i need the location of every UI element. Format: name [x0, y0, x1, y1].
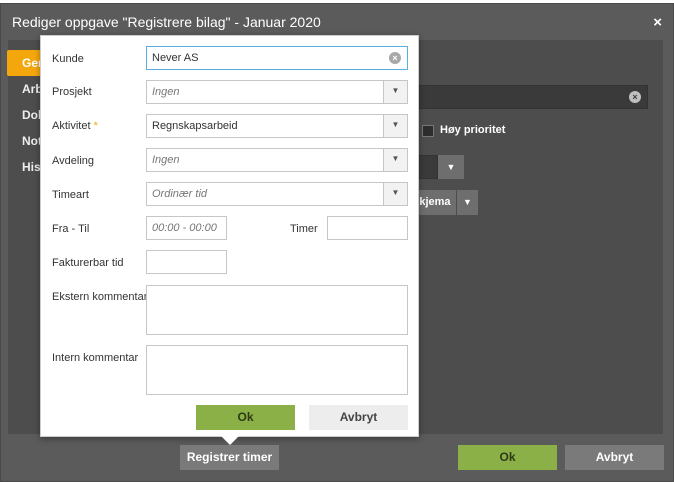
fra-til-placeholder: 00:00 - 00:00 [152, 222, 217, 234]
timeart-placeholder: Ordinær tid [152, 188, 208, 200]
dialog-cancel-button[interactable]: Avbryt [565, 445, 664, 470]
dialog-title: Rediger oppgave "Registrere bilag" - Jan… [12, 14, 321, 30]
aktivitet-select[interactable]: Regnskapsarbeid ▼ [146, 114, 408, 138]
kunde-label: Kunde [52, 53, 84, 65]
kunde-value: Never AS [152, 52, 199, 64]
register-hours-button[interactable]: Registrer timer [180, 445, 279, 470]
fra-til-input[interactable]: 00:00 - 00:00 [146, 216, 227, 240]
caret-down-icon[interactable]: ▼ [383, 149, 407, 171]
ekstern-label: Ekstern kommentar [52, 291, 148, 303]
fakturerbar-input[interactable] [146, 250, 227, 274]
avdeling-placeholder: Ingen [152, 154, 180, 166]
timer-label: Timer [290, 223, 318, 235]
priority-label: Høy prioritet [440, 124, 506, 136]
background-input[interactable]: × [418, 85, 648, 109]
tab-arbeid[interactable]: Arbeid [7, 76, 41, 102]
caret-down-icon[interactable]: ▼ [383, 81, 407, 103]
caret-down-icon[interactable]: ▼ [383, 115, 407, 137]
kunde-input[interactable]: Never AS × [146, 46, 408, 70]
cancel-button[interactable]: Avbryt [309, 405, 408, 430]
tab-historikk[interactable]: Historikk [7, 154, 41, 180]
prosjekt-placeholder: Ingen [152, 86, 180, 98]
avdeling-label: Avdeling [52, 155, 94, 167]
timeart-label: Timeart [52, 189, 89, 201]
aktivitet-label: Aktivitet * [52, 120, 98, 132]
timeart-select[interactable]: Ordinær tid ▼ [146, 182, 408, 206]
aktivitet-value: Regnskapsarbeid [152, 120, 238, 132]
background-select[interactable] [418, 155, 438, 179]
ok-button[interactable]: Ok [196, 405, 295, 430]
prosjekt-select[interactable]: Ingen ▼ [146, 80, 408, 104]
dialog-tabs: Generelt Arbeid Dokumenter Notater Histo… [7, 50, 41, 180]
ekstern-textarea[interactable] [146, 285, 408, 335]
timer-input[interactable] [327, 216, 408, 240]
clear-icon[interactable]: × [389, 52, 401, 64]
intern-textarea[interactable] [146, 345, 408, 395]
fra-til-label: Fra - Til [52, 223, 90, 235]
tab-notater[interactable]: Notater [7, 128, 41, 154]
required-mark: * [93, 120, 98, 132]
close-icon[interactable]: × [653, 14, 662, 31]
aktivitet-label-text: Aktivitet [52, 120, 91, 132]
dialog-ok-button[interactable]: Ok [458, 445, 557, 470]
prosjekt-label: Prosjekt [52, 86, 92, 98]
avdeling-select[interactable]: Ingen ▼ [146, 148, 408, 172]
tab-dokumenter[interactable]: Dokumenter [7, 102, 41, 128]
register-hours-popover: Kunde Never AS × Prosjekt Ingen ▼ Aktivi… [40, 35, 419, 437]
clear-icon[interactable]: × [629, 91, 641, 103]
caret-down-icon[interactable]: ▼ [383, 183, 407, 205]
tab-generelt[interactable]: Generelt [7, 50, 41, 76]
template-button[interactable]: Skjema [418, 190, 456, 215]
priority-checkbox[interactable] [422, 125, 434, 137]
caret-down-icon[interactable]: ▼ [457, 190, 478, 215]
template-button-label: Skjema [418, 196, 451, 208]
intern-label: Intern kommentar [52, 352, 139, 364]
fakturerbar-label: Fakturerbar tid [52, 257, 124, 269]
caret-down-icon[interactable]: ▼ [438, 155, 464, 179]
popover-pointer [221, 436, 239, 445]
